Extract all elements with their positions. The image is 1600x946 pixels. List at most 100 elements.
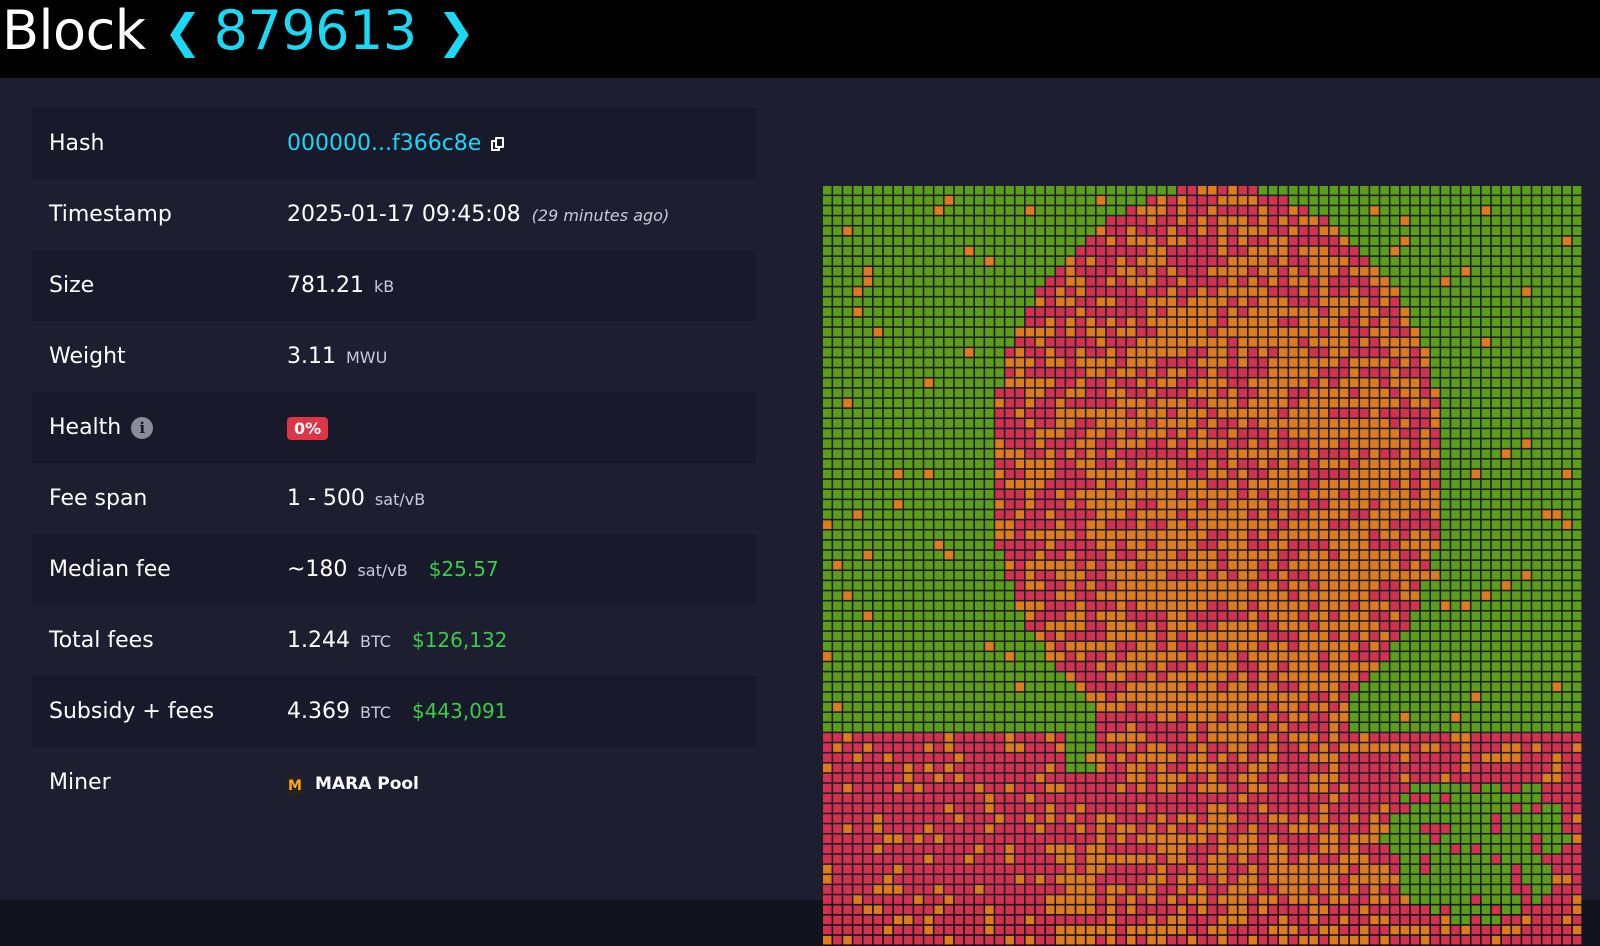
transaction-cell[interactable] (1248, 490, 1258, 499)
transaction-cell[interactable] (1441, 652, 1450, 661)
transaction-cell[interactable] (1572, 662, 1582, 671)
transaction-cell[interactable] (1451, 794, 1460, 803)
transaction-cell[interactable] (883, 520, 893, 529)
transaction-cell[interactable] (1127, 631, 1136, 641)
transaction-cell[interactable] (1491, 246, 1501, 256)
transaction-cell[interactable] (833, 783, 842, 793)
transaction-cell[interactable] (995, 368, 1004, 377)
transaction-cell[interactable] (1339, 682, 1349, 692)
transaction-cell[interactable] (1319, 277, 1329, 286)
transaction-cell[interactable] (1562, 196, 1572, 205)
transaction-cell[interactable] (954, 753, 964, 762)
transaction-cell[interactable] (1400, 500, 1410, 509)
transaction-cell[interactable] (1441, 419, 1450, 428)
transaction-cell[interactable] (1400, 712, 1410, 722)
transaction-cell[interactable] (1319, 388, 1329, 398)
transaction-cell[interactable] (1035, 743, 1045, 752)
transaction-cell[interactable] (883, 601, 893, 610)
transaction-cell[interactable] (1106, 419, 1116, 428)
transaction-cell[interactable] (1491, 824, 1501, 833)
transaction-cell[interactable] (1329, 287, 1339, 296)
transaction-cell[interactable] (964, 327, 974, 337)
transaction-cell[interactable] (1116, 368, 1126, 377)
transaction-cell[interactable] (1522, 267, 1531, 276)
transaction-cell[interactable] (1390, 196, 1399, 205)
transaction-cell[interactable] (944, 804, 954, 813)
transaction-cell[interactable] (1370, 773, 1379, 783)
transaction-cell[interactable] (1349, 834, 1359, 844)
transaction-cell[interactable] (1309, 530, 1318, 540)
transaction-cell[interactable] (1025, 449, 1035, 458)
transaction-cell[interactable] (1025, 652, 1035, 661)
transaction-cell[interactable] (1410, 500, 1420, 509)
transaction-cell[interactable] (1532, 368, 1541, 377)
transaction-cell[interactable] (1106, 621, 1116, 631)
transaction-cell[interactable] (1218, 723, 1227, 732)
transaction-cell[interactable] (1208, 439, 1217, 448)
transaction-cell[interactable] (1461, 216, 1470, 225)
transaction-cell[interactable] (1086, 186, 1095, 195)
transaction-cell[interactable] (1279, 743, 1288, 752)
info-icon[interactable]: i (131, 417, 154, 439)
transaction-cell[interactable] (1248, 338, 1258, 347)
hash-link[interactable]: 000000...f366c8e (287, 131, 481, 156)
transaction-cell[interactable] (1208, 520, 1217, 529)
transaction-cell[interactable] (1086, 307, 1095, 317)
transaction-cell[interactable] (1015, 682, 1025, 692)
next-block-chevron-icon[interactable]: ❯ (437, 0, 476, 62)
transaction-cell[interactable] (883, 652, 893, 661)
transaction-cell[interactable] (914, 348, 923, 357)
transaction-cell[interactable] (1025, 327, 1035, 337)
transaction-cell[interactable] (1238, 662, 1247, 671)
transaction-cell[interactable] (1147, 419, 1156, 428)
transaction-cell[interactable] (1116, 226, 1126, 236)
transaction-cell[interactable] (1552, 723, 1562, 732)
transaction-cell[interactable] (1005, 611, 1014, 621)
transaction-cell[interactable] (1461, 256, 1470, 266)
transaction-cell[interactable] (1319, 591, 1329, 600)
transaction-cell[interactable] (1491, 601, 1501, 610)
transaction-cell[interactable] (985, 540, 994, 550)
transaction-cell[interactable] (823, 591, 832, 600)
transaction-cell[interactable] (934, 469, 943, 479)
copy-icon[interactable] (491, 137, 505, 152)
transaction-cell[interactable] (1380, 712, 1389, 722)
transaction-cell[interactable] (1420, 662, 1430, 671)
transaction-cell[interactable] (893, 510, 903, 519)
transaction-cell[interactable] (1370, 692, 1379, 702)
transaction-cell[interactable] (1491, 520, 1501, 529)
transaction-cell[interactable] (883, 246, 893, 256)
transaction-cell[interactable] (1329, 662, 1339, 671)
transaction-cell[interactable] (863, 226, 873, 236)
transaction-cell[interactable] (1218, 540, 1227, 550)
transaction-cell[interactable] (1035, 530, 1045, 540)
transaction-cell[interactable] (1420, 621, 1430, 631)
transaction-cell[interactable] (1542, 449, 1551, 458)
transaction-cell[interactable] (944, 186, 954, 195)
transaction-cell[interactable] (1431, 753, 1440, 762)
transaction-cell[interactable] (1167, 449, 1177, 458)
transaction-cell[interactable] (1451, 510, 1460, 519)
transaction-cell[interactable] (964, 642, 974, 651)
transaction-cell[interactable] (964, 571, 974, 580)
transaction-cell[interactable] (1076, 327, 1085, 337)
transaction-cell[interactable] (1522, 388, 1531, 398)
transaction-cell[interactable] (1015, 226, 1025, 236)
transaction-cell[interactable] (1329, 216, 1339, 225)
transaction-cell[interactable] (1005, 692, 1014, 702)
transaction-cell[interactable] (904, 560, 913, 570)
transaction-cell[interactable] (1005, 439, 1014, 448)
transaction-cell[interactable] (1360, 783, 1369, 793)
transaction-cell[interactable] (1187, 358, 1197, 367)
transaction-cell[interactable] (1339, 277, 1349, 286)
transaction-cell[interactable] (1106, 581, 1116, 590)
transaction-cell[interactable] (1258, 317, 1268, 327)
transaction-cell[interactable] (1572, 783, 1582, 793)
transaction-cell[interactable] (863, 196, 873, 205)
transaction-cell[interactable] (1289, 692, 1298, 702)
transaction-cell[interactable] (823, 398, 832, 408)
transaction-cell[interactable] (1501, 702, 1511, 712)
transaction-cell[interactable] (1208, 469, 1217, 479)
transaction-cell[interactable] (1167, 581, 1177, 590)
transaction-cell[interactable] (1552, 631, 1562, 641)
